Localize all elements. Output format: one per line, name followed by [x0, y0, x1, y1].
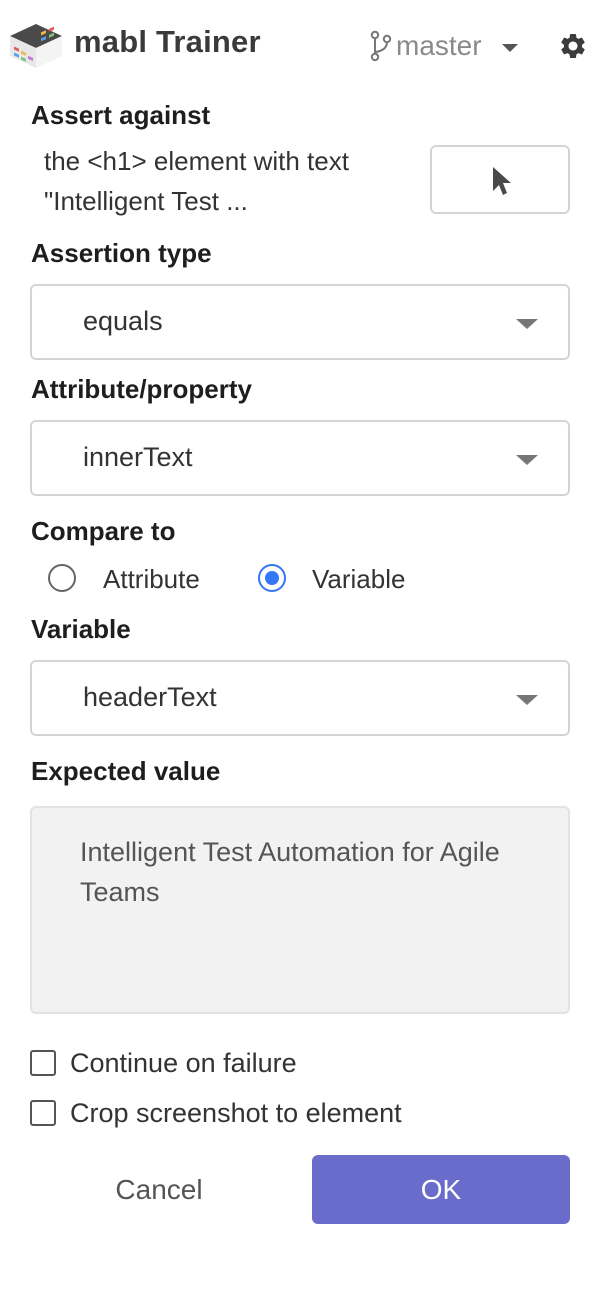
app-title: mabl Trainer [74, 24, 261, 59]
gear-icon[interactable] [558, 31, 588, 61]
variable-select[interactable]: headerText [30, 660, 570, 736]
cancel-button[interactable]: Cancel [30, 1155, 288, 1224]
assertion-type-select[interactable]: equals [30, 284, 570, 360]
crop-screenshot-checkbox[interactable] [30, 1100, 56, 1126]
mabl-logo-icon [10, 24, 62, 68]
expected-value-field: Intelligent Test Automation for Agile Te… [30, 806, 570, 1014]
attribute-property-select[interactable]: innerText [30, 420, 570, 496]
assertion-type-value: equals [83, 306, 163, 336]
chevron-down-icon [501, 44, 518, 52]
expected-value-text: Intelligent Test Automation for Agile Te… [80, 837, 500, 907]
branch-label: master [396, 30, 482, 61]
ok-button[interactable]: OK [312, 1155, 570, 1224]
app-header: mabl Trainer master [0, 0, 596, 92]
variable-radio-label[interactable]: Variable [312, 564, 405, 595]
attribute-property-label: Attribute/property [31, 374, 252, 404]
continue-on-failure-checkbox[interactable] [30, 1050, 56, 1076]
compare-to-label: Compare to [31, 516, 176, 546]
cursor-pointer-icon [493, 167, 511, 195]
attribute-property-value: innerText [83, 442, 193, 472]
branch-selector[interactable]: master [370, 28, 518, 64]
element-picker-button[interactable] [430, 145, 570, 214]
variable-label: Variable [31, 614, 131, 644]
attribute-radio[interactable] [48, 564, 76, 592]
expected-value-label: Expected value [31, 756, 221, 786]
continue-on-failure-label[interactable]: Continue on failure [70, 1048, 297, 1079]
chevron-down-icon [516, 455, 538, 465]
chevron-down-icon [516, 319, 538, 329]
target-element-description: the <h1> element with text "Intelligent … [44, 146, 349, 216]
variable-value: headerText [83, 682, 217, 712]
variable-radio[interactable] [258, 564, 286, 592]
assertion-type-label: Assertion type [31, 238, 212, 268]
attribute-radio-label[interactable]: Attribute [103, 564, 200, 595]
assert-against-label: Assert against [31, 100, 211, 130]
crop-screenshot-label[interactable]: Crop screenshot to element [70, 1098, 402, 1129]
chevron-down-icon [516, 695, 538, 705]
git-branch-icon [370, 30, 392, 62]
